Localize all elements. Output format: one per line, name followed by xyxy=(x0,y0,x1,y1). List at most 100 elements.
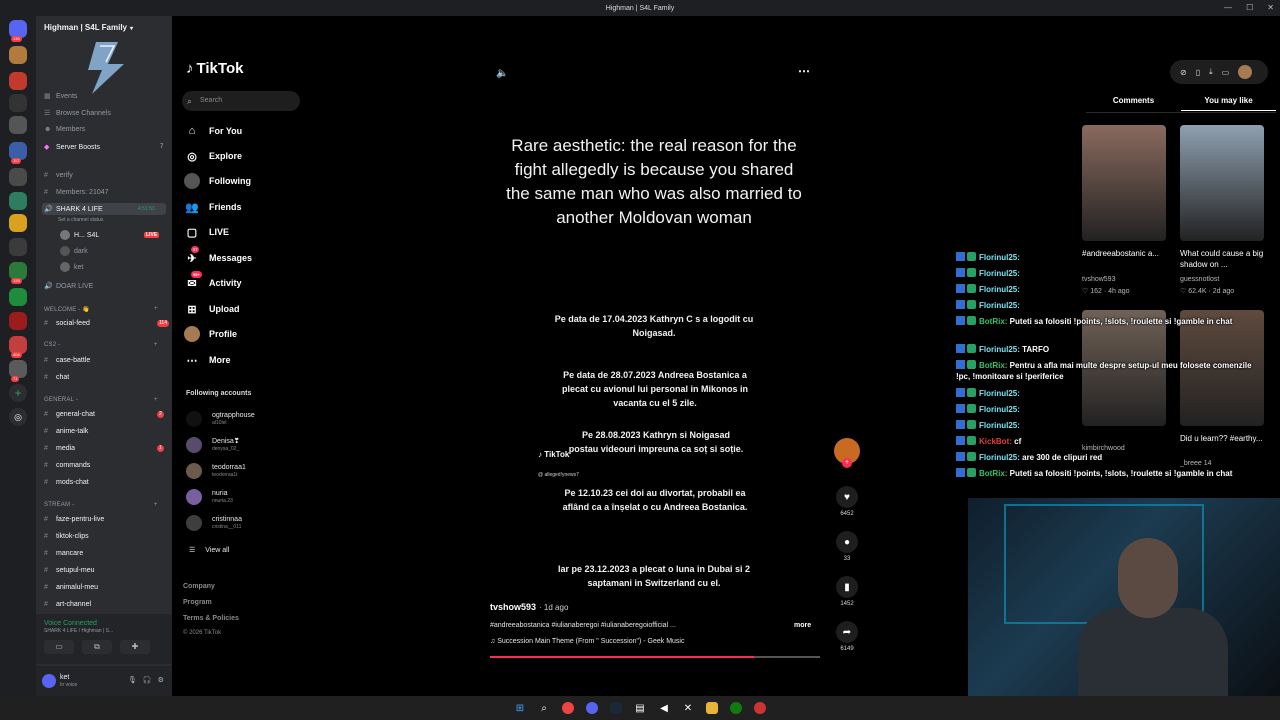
download-icon[interactable]: ⤓ xyxy=(1209,67,1213,77)
category-general[interactable]: GENERAL - + xyxy=(44,397,158,403)
folder-icon[interactable] xyxy=(706,702,718,714)
category-cs2[interactable]: CS2 - + xyxy=(44,342,158,348)
suggested-video-thumbnail[interactable] xyxy=(1082,125,1166,241)
avatar[interactable] xyxy=(42,674,56,688)
channel-social-feed[interactable]: # social-feed 114 xyxy=(44,320,169,327)
following-account[interactable]: nuria nnuria.23 xyxy=(186,489,233,505)
tiktok-logo[interactable]: ♪ TikTok xyxy=(186,60,243,77)
headphones-icon[interactable]: 🎧 xyxy=(143,677,158,684)
footer-link-program[interactable]: Program xyxy=(183,599,212,606)
channel-status[interactable]: Set a channel status xyxy=(58,217,103,223)
video-author[interactable]: tvshow593 · 1d ago xyxy=(490,602,568,612)
close-icon[interactable]: ✕ xyxy=(1267,3,1274,12)
channel-tiktok-clips[interactable]: # tiktok-clips xyxy=(44,533,89,540)
nav-following[interactable]: Following xyxy=(184,173,251,189)
nav-more[interactable]: ⋯ More xyxy=(184,352,231,368)
server-icon[interactable] xyxy=(9,312,27,330)
nav-profile[interactable]: Profile xyxy=(184,326,237,342)
bookmark-button[interactable]: ▮ 1452 xyxy=(835,576,859,607)
comment-button[interactable]: ● 33 xyxy=(835,531,859,562)
nav-for-you[interactable]: ⌂ For You xyxy=(184,123,243,139)
voice-channel-doar-live[interactable]: 🔊 DOAR LIVE xyxy=(44,282,93,291)
nav-explore[interactable]: ◎ Explore xyxy=(184,148,242,164)
channel-art-channel[interactable]: # art-channel xyxy=(44,601,91,608)
channel-mods-chat[interactable]: # mods-chat xyxy=(44,479,89,486)
footer-link-terms[interactable]: Terms & Policies xyxy=(183,615,239,622)
add-channel-icon[interactable]: + xyxy=(154,502,158,508)
camera-button[interactable]: ▭ xyxy=(44,640,74,654)
server-icon[interactable] xyxy=(9,46,27,64)
server-icon[interactable] xyxy=(9,214,27,232)
footer-link-company[interactable]: Company xyxy=(183,583,215,590)
events-item[interactable]: ▦ Events xyxy=(44,92,77,101)
minimize-icon[interactable]: — xyxy=(1224,3,1232,12)
suggested-video-thumbnail[interactable] xyxy=(1180,125,1264,241)
activities-button[interactable]: ✚ xyxy=(120,640,150,654)
app-icon[interactable]: ▤ xyxy=(634,702,646,714)
channel-commands[interactable]: # commands xyxy=(44,462,90,469)
server-icon[interactable]: 71 xyxy=(9,360,27,382)
server-icon[interactable]: 128 xyxy=(9,262,27,284)
following-account[interactable]: cristinnaa cristina__011 xyxy=(186,515,242,531)
channel-setupul-meu[interactable]: # setupul-meu xyxy=(44,567,95,574)
server-icon[interactable]: 117 xyxy=(9,142,27,164)
phone-icon[interactable]: ▯ xyxy=(1196,68,1200,77)
add-channel-icon[interactable]: + xyxy=(154,397,158,403)
voice-connected-label[interactable]: Voice Connected xyxy=(44,620,97,627)
add-channel-icon[interactable]: + xyxy=(154,306,158,312)
channel-case-battle[interactable]: # case-battle xyxy=(44,357,90,364)
app-icon[interactable]: ◀ xyxy=(658,702,670,714)
server-header[interactable]: Highman | S4L Family ▾ xyxy=(44,23,133,32)
server-boosts-item[interactable]: ◆ Server Boosts 7 xyxy=(44,143,163,152)
voice-user[interactable]: H... S4L LIVE xyxy=(60,230,160,240)
server-icon[interactable] xyxy=(9,116,27,134)
add-server-icon[interactable]: + xyxy=(9,384,27,402)
add-channel-icon[interactable]: + xyxy=(154,342,158,348)
following-account[interactable]: teodorraa1 teodorraa1t xyxy=(186,463,246,479)
microphone-icon[interactable]: 🎙 xyxy=(128,677,143,684)
server-icon[interactable] xyxy=(9,72,27,90)
more-button[interactable]: more xyxy=(794,622,811,629)
nav-activity[interactable]: ✉ 99+ Activity xyxy=(184,271,242,291)
screen-share-button[interactable]: ⧉ xyxy=(82,640,112,654)
voice-channel-path[interactable]: SHARK 4 LIFE / Highman | S... xyxy=(44,628,113,634)
channel-media[interactable]: # media 1 xyxy=(44,445,164,452)
creator-avatar[interactable]: + xyxy=(834,438,860,468)
video-hashtags[interactable]: #andreeabostanica #iulianaberegoi #iulia… xyxy=(490,622,676,629)
video-player[interactable]: 🔈 ⋯ Rare aesthetic: the real reason for … xyxy=(484,56,824,660)
maximize-icon[interactable]: ☐ xyxy=(1246,3,1253,12)
start-icon[interactable]: ⊞ xyxy=(514,702,526,714)
xbox-icon[interactable] xyxy=(730,702,742,714)
steam-icon[interactable] xyxy=(610,702,622,714)
compass-icon[interactable]: ⊘ xyxy=(1180,68,1187,77)
share-button[interactable]: ➦ 6149 xyxy=(835,621,859,652)
like-button[interactable]: ♥ 6452 xyxy=(835,486,859,517)
follow-plus-icon[interactable]: + xyxy=(842,458,852,468)
video-music[interactable]: ♫ Succession Main Theme (From " Successi… xyxy=(490,638,685,645)
server-icon[interactable]: 404 xyxy=(9,336,27,358)
volume-icon[interactable]: 🔈 xyxy=(496,68,508,79)
discord-icon[interactable] xyxy=(586,702,598,714)
channel-faze-pentru-live[interactable]: # faze-pentru-live xyxy=(44,516,104,523)
channel-anime-talk[interactable]: # anime-talk xyxy=(44,428,88,435)
more-options-icon[interactable]: ⋯ xyxy=(798,64,810,78)
channel-verify[interactable]: # verify xyxy=(44,172,73,179)
search-icon[interactable]: ⌕ xyxy=(538,702,550,714)
members-item[interactable]: ☻ Members xyxy=(44,126,85,133)
voice-channel-shark[interactable]: 🔊 SHARK 4 LIFE 4:51:53 xyxy=(42,203,166,215)
nav-friends[interactable]: 👥 Friends xyxy=(184,199,241,215)
browse-channels-item[interactable]: ☰ Browse Channels xyxy=(44,109,111,118)
following-account[interactable]: ogtrapphouse al10lel xyxy=(186,411,255,427)
nav-upload[interactable]: ⊞ Upload xyxy=(184,301,239,317)
server-icon[interactable] xyxy=(9,168,27,186)
server-icon[interactable] xyxy=(9,192,27,210)
channel-general-chat[interactable]: # general-chat 2 xyxy=(44,411,164,418)
channel-chat[interactable]: # chat xyxy=(44,374,69,381)
voice-user[interactable]: ket xyxy=(60,262,83,272)
nav-messages[interactable]: ✈ 57 Messages xyxy=(184,246,252,266)
voice-user[interactable]: dark xyxy=(60,246,88,256)
gear-icon[interactable]: ⚙ xyxy=(158,677,170,684)
category-stream[interactable]: STREAM - + xyxy=(44,502,158,508)
video-progress-bar[interactable] xyxy=(490,656,820,658)
tab-comments[interactable]: Comments xyxy=(1086,96,1181,111)
